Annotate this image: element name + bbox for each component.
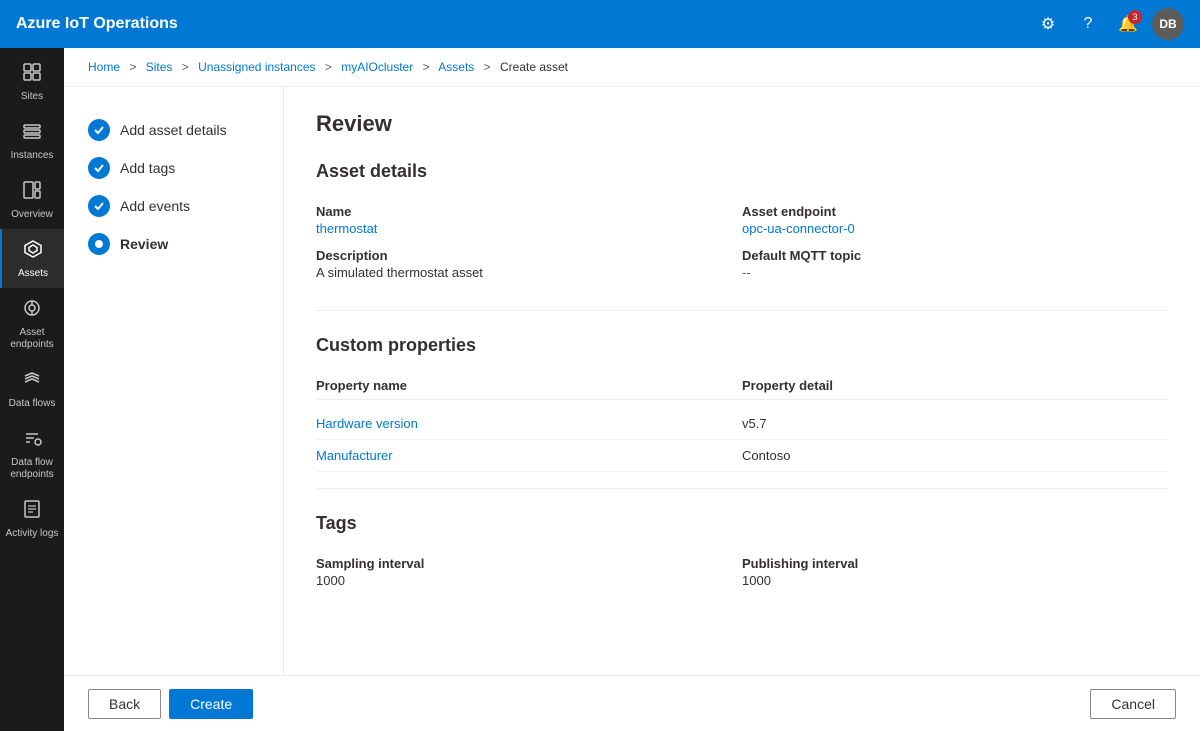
settings-icon: ⚙ (1041, 14, 1055, 34)
step-label-4: Review (120, 236, 168, 252)
notifications-button[interactable]: 🔔 3 (1112, 8, 1144, 40)
app-title: Azure IoT Operations (16, 15, 178, 33)
review-panel: Review Asset details Name thermostat Ass… (284, 87, 1200, 675)
review-title: Review (316, 111, 1168, 137)
sidebar-item-sites-label: Sites (21, 91, 43, 103)
main-layout: Sites Instances Overview Assets Asset en… (0, 48, 1200, 731)
content-area: Home > Sites > Unassigned instances > my… (64, 48, 1200, 731)
step-circle-2 (88, 157, 110, 179)
name-label: Name (316, 204, 742, 219)
custom-prop-row-1: Manufacturer Contoso (316, 440, 1168, 472)
breadcrumb-cluster[interactable]: myAIOcluster (341, 60, 413, 74)
overview-icon (22, 180, 42, 205)
sidebar-item-data-flows[interactable]: Data flows (0, 359, 64, 418)
divider-2 (316, 488, 1168, 489)
breadcrumb-home[interactable]: Home (88, 60, 120, 74)
breadcrumb-sites[interactable]: Sites (146, 60, 173, 74)
steps-panel: Add asset details Add tags Add events (64, 87, 284, 675)
topbar: Azure IoT Operations ⚙ ? 🔔 3 DB (0, 0, 1200, 48)
avatar[interactable]: DB (1152, 8, 1184, 40)
custom-props-section-title: Custom properties (316, 335, 1168, 356)
tags-section-title: Tags (316, 513, 1168, 534)
sampling-interval-label: Sampling interval (316, 556, 742, 571)
sidebar-item-data-flow-endpoints-label: Data flow endpoints (4, 457, 60, 481)
sampling-interval-value: 1000 (316, 573, 742, 588)
breadcrumb-assets[interactable]: Assets (438, 60, 474, 74)
sidebar-item-assets-label: Assets (18, 268, 48, 280)
prop-value-0: v5.7 (742, 416, 1168, 431)
wizard-layout: Add asset details Add tags Add events (64, 87, 1200, 675)
settings-button[interactable]: ⚙ (1032, 8, 1064, 40)
publishing-interval-value: 1000 (742, 573, 1168, 588)
step-label-3: Add events (120, 198, 190, 214)
prop-name-1: Manufacturer (316, 448, 742, 463)
prop-value-1: Contoso (742, 448, 1168, 463)
step-add-tags[interactable]: Add tags (84, 149, 263, 187)
sidebar-item-activity-logs[interactable]: Activity logs (0, 489, 64, 548)
help-icon: ? (1084, 15, 1093, 33)
data-flow-endpoints-icon (22, 428, 42, 453)
asset-endpoint-value: opc-ua-connector-0 (742, 221, 1168, 236)
description-label: Description (316, 248, 742, 263)
step-add-events[interactable]: Add events (84, 187, 263, 225)
create-button[interactable]: Create (169, 689, 253, 719)
custom-props-header: Property name Property detail (316, 372, 1168, 400)
sites-icon (22, 62, 42, 87)
sidebar-item-instances-label: Instances (11, 150, 54, 162)
description-cell: Description A simulated thermostat asset (316, 242, 742, 286)
activity-logs-icon (22, 499, 42, 524)
publishing-interval-cell: Publishing interval 1000 (742, 550, 1168, 594)
breadcrumb: Home > Sites > Unassigned instances > my… (64, 48, 1200, 87)
divider-1 (316, 310, 1168, 311)
mqtt-value: -- (742, 265, 1168, 280)
asset-endpoint-label: Asset endpoint (742, 204, 1168, 219)
custom-prop-row-0: Hardware version v5.7 (316, 408, 1168, 440)
name-value: thermostat (316, 221, 742, 236)
instances-icon (22, 121, 42, 146)
sidebar-item-instances[interactable]: Instances (0, 111, 64, 170)
sidebar-item-overview-label: Overview (11, 209, 53, 221)
step-circle-3 (88, 195, 110, 217)
sidebar-item-data-flows-label: Data flows (9, 398, 56, 410)
breadcrumb-unassigned-instances[interactable]: Unassigned instances (198, 60, 315, 74)
tags-section: Tags Sampling interval 1000 Publishing i… (316, 513, 1168, 594)
back-button[interactable]: Back (88, 689, 161, 719)
prop-name-header: Property name (316, 378, 742, 393)
asset-endpoint-cell: Asset endpoint opc-ua-connector-0 (742, 198, 1168, 242)
step-circle-4 (88, 233, 110, 255)
step-review[interactable]: Review (84, 225, 263, 263)
step-add-asset-details[interactable]: Add asset details (84, 111, 263, 149)
breadcrumb-current: Create asset (500, 60, 568, 74)
sidebar-item-sites[interactable]: Sites (0, 52, 64, 111)
bottom-bar: Back Create Cancel (64, 675, 1200, 731)
tags-detail-grid: Sampling interval 1000 Publishing interv… (316, 550, 1168, 594)
step-label-1: Add asset details (120, 122, 227, 138)
name-cell: Name thermostat (316, 198, 742, 242)
description-value: A simulated thermostat asset (316, 265, 742, 280)
help-button[interactable]: ? (1072, 8, 1104, 40)
sidebar-item-data-flow-endpoints[interactable]: Data flow endpoints (0, 418, 64, 489)
sidebar-item-assets[interactable]: Assets (0, 229, 64, 288)
topbar-icons: ⚙ ? 🔔 3 DB (1032, 8, 1184, 40)
assets-icon (23, 239, 43, 264)
sidebar-item-overview[interactable]: Overview (0, 170, 64, 229)
notification-count: 3 (1128, 10, 1142, 24)
asset-details-section-title: Asset details (316, 161, 1168, 182)
prop-detail-header: Property detail (742, 378, 1168, 393)
cancel-button[interactable]: Cancel (1090, 689, 1176, 719)
sidebar-item-activity-logs-label: Activity logs (6, 528, 59, 540)
step-circle-1 (88, 119, 110, 141)
mqtt-label: Default MQTT topic (742, 248, 1168, 263)
sampling-interval-cell: Sampling interval 1000 (316, 550, 742, 594)
prop-name-0: Hardware version (316, 416, 742, 431)
publishing-interval-label: Publishing interval (742, 556, 1168, 571)
sidebar: Sites Instances Overview Assets Asset en… (0, 48, 64, 731)
sidebar-item-asset-endpoints[interactable]: Asset endpoints (0, 288, 64, 359)
asset-endpoints-icon (22, 298, 42, 323)
mqtt-cell: Default MQTT topic -- (742, 242, 1168, 286)
sidebar-item-asset-endpoints-label: Asset endpoints (4, 327, 60, 351)
asset-details-grid: Name thermostat Asset endpoint opc-ua-co… (316, 198, 1168, 286)
step-label-2: Add tags (120, 160, 175, 176)
data-flows-icon (22, 369, 42, 394)
